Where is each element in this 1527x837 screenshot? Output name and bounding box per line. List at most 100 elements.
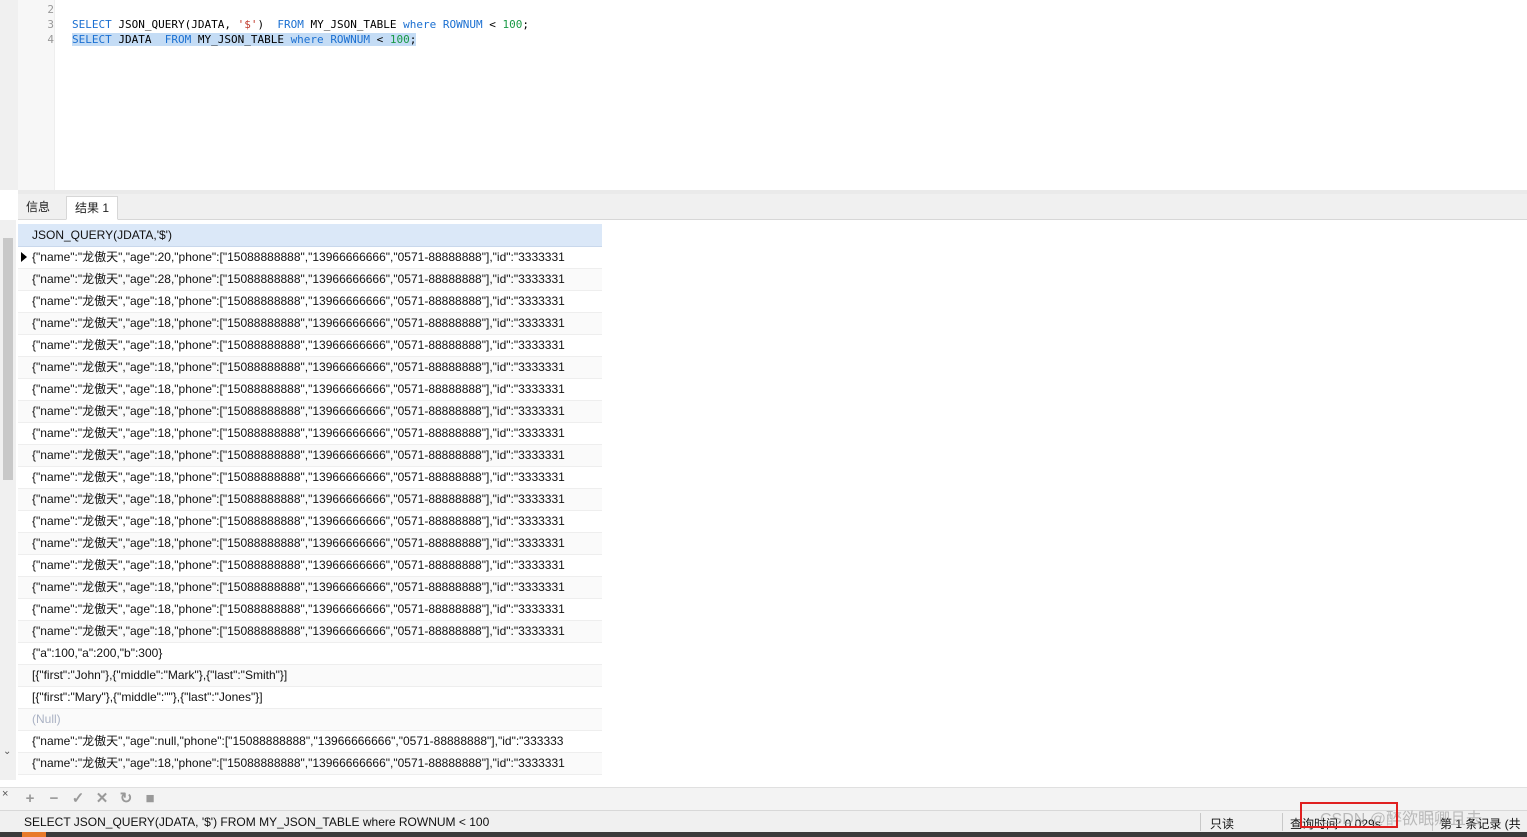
table-cell[interactable]: {"name":"龙傲天","age":18,"phone":["1508888… — [32, 357, 602, 378]
table-row[interactable]: {"name":"龙傲天","age":18,"phone":["1508888… — [18, 555, 602, 577]
discard-button[interactable]: ✕ — [94, 791, 110, 807]
close-icon[interactable]: × — [2, 788, 8, 800]
table-row[interactable]: {"name":"龙傲天","age":18,"phone":["1508888… — [18, 467, 602, 489]
code-token: JDATA — [118, 33, 165, 46]
code-token: '$' — [237, 18, 258, 31]
table-cell[interactable]: {"name":"龙傲天","age":18,"phone":["1508888… — [32, 445, 602, 466]
stop-button[interactable]: ■ — [142, 791, 158, 807]
taskbar-accent — [22, 832, 46, 837]
table-cell[interactable]: {"name":"龙傲天","age":18,"phone":["1508888… — [32, 489, 602, 510]
line-number: 3 — [47, 18, 54, 31]
table-cell[interactable]: {"name":"龙傲天","age":18,"phone":["1508888… — [32, 335, 602, 356]
code-line[interactable]: SELECT JDATA FROM MY_JSON_TABLE where RO… — [72, 32, 417, 47]
table-cell[interactable]: {"name":"龙傲天","age":20,"phone":["1508888… — [32, 247, 602, 268]
editor-left-strip — [0, 0, 18, 190]
code-token: SELECT — [72, 18, 119, 31]
current-row-marker-icon — [21, 252, 27, 262]
code-token: FROM — [277, 18, 311, 31]
table-row[interactable]: {"name":"龙傲天","age":18,"phone":["1508888… — [18, 511, 602, 533]
code-token: ; — [409, 33, 417, 46]
table-cell[interactable]: {"name":"龙傲天","age":18,"phone":["1508888… — [32, 555, 602, 576]
table-cell[interactable]: {"name":"龙傲天","age":18,"phone":["1508888… — [32, 291, 602, 312]
column-header[interactable]: JSON_QUERY(JDATA,'$') — [18, 224, 602, 247]
code-token: JSON_QUERY(JDATA, — [118, 18, 238, 31]
table-cell[interactable]: {"name":"龙傲天","age":null,"phone":["15088… — [32, 731, 602, 752]
taskbar-strip — [0, 832, 1527, 837]
table-row[interactable]: {"name":"龙傲天","age":18,"phone":["1508888… — [18, 335, 602, 357]
code-token: ) — [257, 18, 278, 31]
code-line[interactable]: SELECT JSON_QUERY(JDATA, '$') FROM MY_JS… — [72, 17, 529, 32]
table-row[interactable]: {"name":"龙傲天","age":18,"phone":["1508888… — [18, 357, 602, 379]
table-cell[interactable]: {"name":"龙傲天","age":18,"phone":["1508888… — [32, 621, 602, 642]
sql-editor[interactable]: 2 3 SELECT JSON_QUERY(JDATA, '$') FROM MY_… — [0, 0, 1527, 190]
vertical-scrollbar[interactable]: ⌄ — [0, 220, 16, 780]
table-row[interactable]: {"name":"龙傲天","age":18,"phone":["1508888… — [18, 621, 602, 643]
code-token: ; — [522, 18, 530, 31]
table-cell[interactable]: [{"first":"John"},{"middle":"Mark"},{"la… — [32, 665, 602, 686]
table-row[interactable]: {"name":"龙傲天","age":18,"phone":["1508888… — [18, 489, 602, 511]
table-cell[interactable]: {"name":"龙傲天","age":28,"phone":["1508888… — [32, 269, 602, 290]
line-number: 2 — [47, 3, 54, 16]
table-cell[interactable]: [{"first":"Mary"},{"middle":""},{"last":… — [32, 687, 602, 708]
table-row[interactable]: {"name":"龙傲天","age":18,"phone":["1508888… — [18, 379, 602, 401]
table-row[interactable]: {"name":"龙傲天","age":18,"phone":["1508888… — [18, 577, 602, 599]
table-row[interactable]: {"name":"龙傲天","age":18,"phone":["1508888… — [18, 423, 602, 445]
table-row[interactable]: {"a":100,"a":200,"b":300} — [18, 643, 602, 665]
code-token: where — [403, 18, 443, 31]
status-divider — [1282, 813, 1283, 831]
table-row[interactable]: (Null) — [18, 709, 602, 731]
table-row[interactable]: {"name":"龙傲天","age":28,"phone":["1508888… — [18, 269, 602, 291]
status-sql-text: SELECT JSON_QUERY(JDATA, '$') FROM MY_JS… — [24, 815, 490, 829]
table-cell[interactable]: {"name":"龙傲天","age":18,"phone":["1508888… — [32, 599, 602, 620]
apply-button[interactable]: ✓ — [70, 791, 86, 807]
code-token: MY_JSON_TABLE — [310, 18, 404, 31]
table-row[interactable]: {"name":"龙傲天","age":20,"phone":["1508888… — [18, 247, 602, 269]
line-number: 4 — [47, 33, 54, 46]
table-cell[interactable]: {"name":"龙傲天","age":18,"phone":["1508888… — [32, 533, 602, 554]
table-row[interactable]: {"name":"龙傲天","age":18,"phone":["1508888… — [18, 291, 602, 313]
grid-toolbar: × + − ✓ ✕ ↻ ■ — [0, 787, 1527, 811]
add-row-button[interactable]: + — [22, 791, 38, 807]
code-token: < — [376, 33, 390, 46]
result-grid[interactable]: JSON_QUERY(JDATA,'$') {"name":"龙傲天","age… — [18, 224, 602, 775]
code-token: where — [290, 33, 331, 46]
table-row[interactable]: {"name":"龙傲天","age":18,"phone":["1508888… — [18, 533, 602, 555]
table-cell[interactable]: {"name":"龙傲天","age":18,"phone":["1508888… — [32, 423, 602, 444]
code-token: SELECT — [72, 33, 119, 46]
table-cell[interactable]: {"name":"龙傲天","age":18,"phone":["1508888… — [32, 401, 602, 422]
table-cell[interactable]: (Null) — [32, 709, 602, 730]
code-token: 100 — [389, 33, 410, 46]
table-cell[interactable]: {"a":100,"a":200,"b":300} — [32, 643, 602, 664]
table-row[interactable]: [{"first":"Mary"},{"middle":""},{"last":… — [18, 687, 602, 709]
table-cell[interactable]: {"name":"龙傲天","age":18,"phone":["1508888… — [32, 511, 602, 532]
delete-row-button[interactable]: − — [46, 791, 62, 807]
scrollbar-thumb[interactable] — [3, 238, 13, 480]
table-cell[interactable]: {"name":"龙傲天","age":18,"phone":["1508888… — [32, 577, 602, 598]
highlight-box — [1300, 802, 1398, 828]
table-row[interactable]: {"name":"龙傲天","age":18,"phone":["1508888… — [18, 401, 602, 423]
table-row[interactable]: {"name":"龙傲天","age":null,"phone":["15088… — [18, 731, 602, 753]
code-token: 100 — [502, 18, 523, 31]
tab-result-1[interactable]: 结果 1 — [66, 196, 119, 220]
code-token: FROM — [164, 33, 198, 46]
status-bar: SELECT JSON_QUERY(JDATA, '$') FROM MY_JS… — [0, 810, 1527, 833]
table-row[interactable]: {"name":"龙傲天","age":18,"phone":["1508888… — [18, 313, 602, 335]
status-readonly: 只读 — [1210, 817, 1235, 831]
table-cell[interactable]: {"name":"龙傲天","age":18,"phone":["1508888… — [32, 379, 602, 400]
scroll-down-icon[interactable]: ⌄ — [3, 746, 11, 757]
table-row[interactable]: {"name":"龙傲天","age":18,"phone":["1508888… — [18, 599, 602, 621]
table-row[interactable]: {"name":"龙傲天","age":18,"phone":["1508888… — [18, 445, 602, 467]
result-tab-bar: 信息 结果 1 — [18, 194, 1527, 220]
code-token: ROWNUM — [442, 18, 490, 31]
tab-info[interactable]: 信息 — [18, 196, 58, 218]
code-token: MY_JSON_TABLE — [197, 33, 291, 46]
table-row[interactable]: {"name":"龙傲天","age":18,"phone":["1508888… — [18, 753, 602, 775]
table-row[interactable]: [{"first":"John"},{"middle":"Mark"},{"la… — [18, 665, 602, 687]
table-cell[interactable]: {"name":"龙傲天","age":18,"phone":["1508888… — [32, 313, 602, 334]
table-cell[interactable]: {"name":"龙傲天","age":18,"phone":["1508888… — [32, 753, 602, 774]
status-divider — [1200, 813, 1201, 831]
refresh-button[interactable]: ↻ — [118, 791, 134, 807]
table-cell[interactable]: {"name":"龙傲天","age":18,"phone":["1508888… — [32, 467, 602, 488]
code-token: < — [489, 18, 503, 31]
code-token: ROWNUM — [330, 33, 377, 46]
